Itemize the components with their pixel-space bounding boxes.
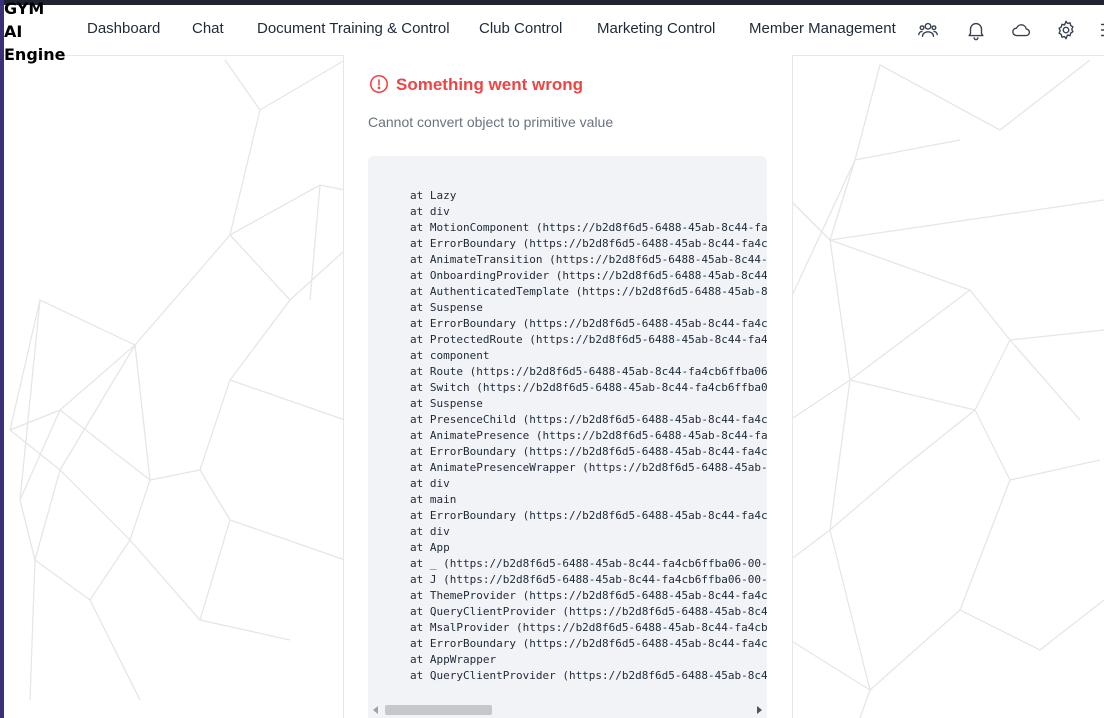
stack-trace-line: at Suspense [410, 397, 483, 410]
top-navbar: GYM AI Engine Dashboard Chat Document Tr… [4, 0, 1104, 64]
stack-trace-line: at Switch (https://b2d8f6d5-6488-45ab-8c… [410, 381, 767, 394]
stack-trace-line: at OnboardingProvider (https://b2d8f6d5-… [410, 269, 767, 282]
stack-trace-line: at _ (https://b2d8f6d5-6488-45ab-8c44-fa… [410, 557, 767, 570]
nav-chat[interactable]: Chat [192, 20, 224, 37]
users-icon[interactable] [917, 19, 939, 41]
stack-trace-line: at Suspense [410, 301, 483, 314]
window-left-strip [0, 0, 4, 718]
stack-trace-line: at Route (https://b2d8f6d5-6488-45ab-8c4… [410, 365, 767, 378]
stack-trace-line: at AnimatePresence (https://b2d8f6d5-648… [410, 429, 767, 442]
stack-trace-line: at ErrorBoundary (https://b2d8f6d5-6488-… [410, 637, 767, 650]
stack-trace-line: at AppWrapper [410, 653, 497, 666]
stack-trace-line: at ErrorBoundary (https://b2d8f6d5-6488-… [410, 445, 767, 458]
nav-dashboard[interactable]: Dashboard [87, 20, 160, 37]
stack-trace-line: at QueryClientProvider (https://b2d8f6d5… [410, 605, 767, 618]
stack-trace-line: at PresenceChild (https://b2d8f6d5-6488-… [410, 413, 767, 426]
bell-icon[interactable] [965, 19, 987, 41]
exclamation-circle-icon [368, 73, 390, 95]
gear-icon[interactable] [1055, 19, 1077, 41]
brand-line: AI [4, 22, 23, 41]
error-message: Cannot convert object to primitive value [368, 114, 614, 130]
menu-icon[interactable] [1098, 19, 1104, 41]
stack-trace-line: at ErrorBoundary (https://b2d8f6d5-6488-… [410, 509, 767, 522]
stack-trace-line: at component [410, 349, 490, 362]
stack-trace-line: at App [410, 541, 450, 554]
nav-marketing-control[interactable]: Marketing Control [597, 20, 715, 37]
stack-trace-line: at Lazy [410, 189, 457, 202]
stack-trace-line: at QueryClientProvider (https://b2d8f6d5… [410, 669, 767, 682]
error-title: Something went wrong [396, 75, 583, 94]
nav-club-control[interactable]: Club Control [479, 20, 562, 37]
stack-trace-line: at ErrorBoundary (https://b2d8f6d5-6488-… [410, 317, 767, 330]
error-card: Something went wrong Cannot convert obje… [343, 55, 793, 718]
stack-trace-box[interactable]: at Lazy at div at MotionComponent (https:/… [368, 156, 767, 718]
stack-trace-line: at AuthenticatedTemplate (https://b2d8f6… [410, 285, 767, 298]
stack-trace-line: at MsalProvider (https://b2d8f6d5-6488-4… [410, 621, 767, 634]
brand-line: GYM [4, 0, 45, 18]
stack-trace-line: at ThemeProvider (https://b2d8f6d5-6488-… [410, 589, 767, 602]
nav-document-training-control[interactable]: Document Training & Control [257, 20, 450, 37]
brand-line: Engine [4, 45, 66, 64]
stack-trace-line: at ProtectedRoute (https://b2d8f6d5-6488… [410, 333, 767, 346]
stack-trace-line: at main [410, 493, 457, 506]
cloud-icon[interactable] [1010, 19, 1032, 41]
stack-trace-line: at div [410, 205, 450, 218]
scrollbar-thumb[interactable] [385, 705, 492, 715]
stack-trace-line: at div [410, 477, 450, 490]
stack-trace-line: at MotionComponent (https://b2d8f6d5-648… [410, 221, 767, 234]
stack-trace-line: at J (https://b2d8f6d5-6488-45ab-8c44-fa… [410, 573, 767, 586]
horizontal-scrollbar[interactable] [368, 702, 767, 718]
stack-trace-line: at div [410, 525, 450, 538]
scroll-right-icon[interactable] [757, 706, 762, 714]
stack-trace-line: at AnimateTransition (https://b2d8f6d5-6… [410, 253, 767, 266]
stack-trace-list: at Lazy at div at MotionComponent (https:/… [410, 188, 767, 684]
scroll-left-icon[interactable] [373, 706, 378, 714]
stack-trace-line: at ErrorBoundary (https://b2d8f6d5-6488-… [410, 237, 767, 250]
brand-logo[interactable]: GYM AI Engine [4, 0, 66, 66]
stack-trace-line: at AnimatePresenceWrapper (https://b2d8f… [410, 461, 767, 474]
nav-member-management[interactable]: Member Management [749, 20, 896, 37]
